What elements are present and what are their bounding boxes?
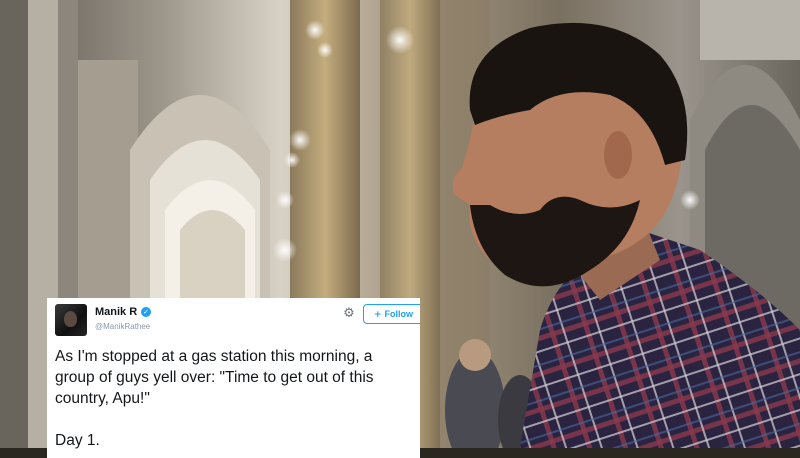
tweet-text: As I'm stopped at a gas station this mor… [55, 346, 419, 451]
tweet-text-line: country, Apu!" [55, 390, 150, 407]
follow-button-label: Follow [384, 309, 414, 319]
tweet-handle[interactable]: @ManikRathee [95, 322, 150, 331]
tweet-text-line: As I'm stopped at a gas station this mor… [55, 348, 373, 365]
gear-icon[interactable]: ⚙ [341, 306, 357, 322]
tweet-card: Manik R ✓ @ManikRathee ⚙ + Follow As I'm … [47, 298, 420, 458]
follow-button[interactable]: + Follow [363, 304, 420, 324]
avatar[interactable] [55, 304, 87, 336]
tweet-display-name[interactable]: Manik R [95, 306, 137, 318]
add-user-icon: + [374, 310, 382, 320]
verified-badge-icon: ✓ [141, 307, 151, 317]
tweet-text-line: group of guys yell over: "Time to get ou… [55, 369, 374, 386]
